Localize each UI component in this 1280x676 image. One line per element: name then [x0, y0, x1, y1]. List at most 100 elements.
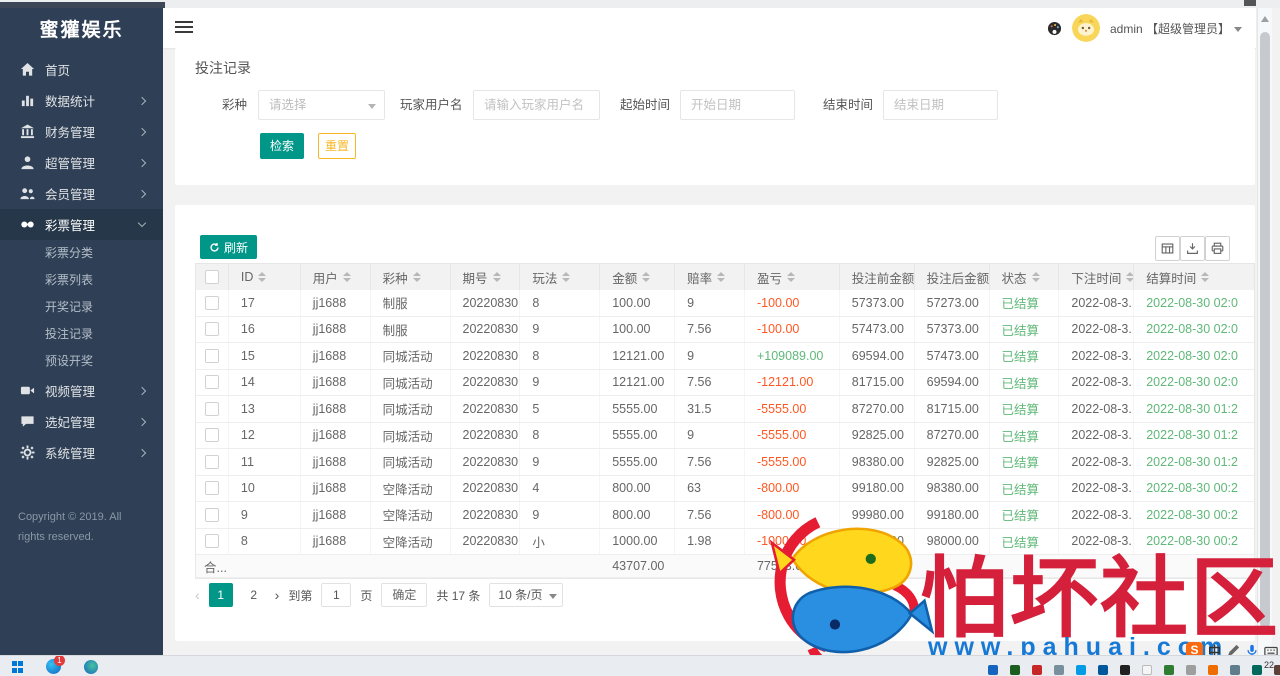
- print-icon[interactable]: [1205, 236, 1230, 261]
- sort-icon[interactable]: [413, 272, 421, 282]
- prev-page-button[interactable]: ‹: [195, 587, 200, 603]
- tray-icon[interactable]: [1120, 665, 1130, 675]
- scrollbar-up-arrow[interactable]: [1261, 16, 1269, 22]
- row-checkbox[interactable]: [205, 322, 219, 336]
- tray-icon[interactable]: [1054, 665, 1064, 675]
- sort-icon[interactable]: [258, 272, 266, 282]
- tray-icon[interactable]: [1274, 665, 1280, 675]
- theme-palette-icon[interactable]: [1047, 21, 1062, 36]
- search-button[interactable]: 检索: [260, 133, 304, 159]
- table-cell: 2022-08-30 02:0: [1134, 317, 1254, 343]
- sidebar-item-0[interactable]: 首页: [0, 54, 163, 85]
- tray-icon[interactable]: [1010, 665, 1020, 675]
- row-checkbox[interactable]: [205, 402, 219, 416]
- refresh-button[interactable]: 刷新: [200, 235, 257, 259]
- column-header-3: 期号: [451, 264, 521, 290]
- page-button-1[interactable]: 1: [209, 583, 233, 607]
- tray-icon[interactable]: [1252, 665, 1262, 675]
- confirm-button[interactable]: 确定: [381, 583, 427, 607]
- select-all-checkbox[interactable]: [205, 270, 219, 284]
- table-cell: 20220830..: [451, 529, 521, 555]
- table-cell: 20220830..: [451, 343, 521, 369]
- sidebar-item-7[interactable]: 选妃管理: [0, 406, 163, 437]
- sidebar-subitem-2[interactable]: 开奖记录: [0, 294, 163, 321]
- tray-icon[interactable]: [1164, 665, 1174, 675]
- start-button-icon[interactable]: [12, 661, 24, 673]
- tray-icon[interactable]: [1186, 665, 1196, 675]
- sidebar-subitem-3[interactable]: 投注记录: [0, 321, 163, 348]
- browser-taskbar-icon[interactable]: 1: [46, 659, 61, 674]
- sidebar-item-3[interactable]: 超管管理: [0, 147, 163, 178]
- sort-icon[interactable]: [1126, 272, 1134, 282]
- table-cell: 制服: [371, 317, 451, 343]
- sort-icon[interactable]: [493, 272, 501, 282]
- sort-icon[interactable]: [1032, 272, 1040, 282]
- taskbar: 1 22: [0, 655, 1280, 676]
- page-size-select[interactable]: 10 条/页: [489, 583, 563, 607]
- tray-icon[interactable]: [1076, 665, 1086, 675]
- tray-icon[interactable]: [1032, 665, 1042, 675]
- table-cell: 同城活动: [371, 449, 451, 475]
- sidebar-item-5[interactable]: 彩票管理: [0, 209, 163, 240]
- sort-icon[interactable]: [642, 272, 650, 282]
- chevron-right-icon: [138, 96, 146, 104]
- row-checkbox[interactable]: [205, 508, 219, 522]
- app-taskbar-icon[interactable]: [84, 660, 98, 674]
- row-checkbox[interactable]: [205, 455, 219, 469]
- scrollbar-thumb[interactable]: [1260, 32, 1270, 628]
- row-checkbox[interactable]: [205, 481, 219, 495]
- summary-cell: [675, 555, 745, 577]
- column-header-0: ID: [229, 264, 301, 290]
- lottery-type-select[interactable]: 请选择: [258, 90, 385, 120]
- table-cell: 已结算: [990, 396, 1060, 422]
- row-checkbox[interactable]: [205, 428, 219, 442]
- scrollbar[interactable]: [1257, 8, 1272, 655]
- sidebar-subitem-4[interactable]: 预设开奖: [0, 348, 163, 375]
- page-jump-input[interactable]: [321, 583, 351, 607]
- next-page-button[interactable]: ›: [275, 587, 280, 603]
- sidebar-item-8[interactable]: 系统管理: [0, 437, 163, 468]
- sidebar-item-2[interactable]: 财务管理: [0, 116, 163, 147]
- sidebar-subitem-1[interactable]: 彩票列表: [0, 267, 163, 294]
- sort-icon[interactable]: [343, 272, 351, 282]
- table-cell: 99180.00: [915, 502, 990, 528]
- notification-badge: 1: [54, 655, 65, 666]
- sort-icon[interactable]: [562, 272, 570, 282]
- chevron-right-icon: [138, 448, 146, 456]
- table-cell: 空降活动: [371, 502, 451, 528]
- row-checkbox[interactable]: [205, 296, 219, 310]
- sidebar-item-4[interactable]: 会员管理: [0, 178, 163, 209]
- summary-cell: [371, 555, 451, 577]
- chevron-right-icon: [138, 127, 146, 135]
- table-cell: 14: [229, 370, 301, 396]
- tray-icon[interactable]: [1142, 665, 1152, 675]
- row-checkbox[interactable]: [205, 349, 219, 363]
- sidebar-item-1[interactable]: 数据统计: [0, 85, 163, 116]
- summary-cell: [990, 555, 1060, 577]
- tray-icon[interactable]: [1098, 665, 1108, 675]
- row-checkbox[interactable]: [205, 534, 219, 548]
- tray-icon[interactable]: [1208, 665, 1218, 675]
- table-cell: 4: [520, 476, 600, 502]
- sidebar-subitem-0[interactable]: 彩票分类: [0, 240, 163, 267]
- start-date-input[interactable]: [681, 91, 794, 119]
- end-date-input[interactable]: [884, 91, 997, 119]
- tray-icon[interactable]: [1230, 665, 1240, 675]
- page-button-2[interactable]: 2: [242, 583, 266, 607]
- admin-menu[interactable]: admin 【超级管理员】: [1110, 20, 1242, 37]
- table-cell: 制服: [371, 290, 451, 316]
- sort-icon[interactable]: [1201, 272, 1209, 282]
- row-checkbox[interactable]: [205, 375, 219, 389]
- columns-icon[interactable]: [1155, 236, 1180, 261]
- menu-toggle-icon[interactable]: [175, 21, 193, 35]
- table-cell: 99000.00: [840, 529, 915, 555]
- sidebar-item-6[interactable]: 视频管理: [0, 375, 163, 406]
- username-input[interactable]: [474, 91, 599, 119]
- export-icon[interactable]: [1180, 236, 1205, 261]
- select-value: 请选择: [269, 98, 307, 112]
- avatar[interactable]: [1072, 14, 1100, 42]
- sort-icon[interactable]: [717, 272, 725, 282]
- tray-icon[interactable]: [988, 665, 998, 675]
- sort-icon[interactable]: [787, 272, 795, 282]
- reset-button[interactable]: 重置: [318, 133, 356, 159]
